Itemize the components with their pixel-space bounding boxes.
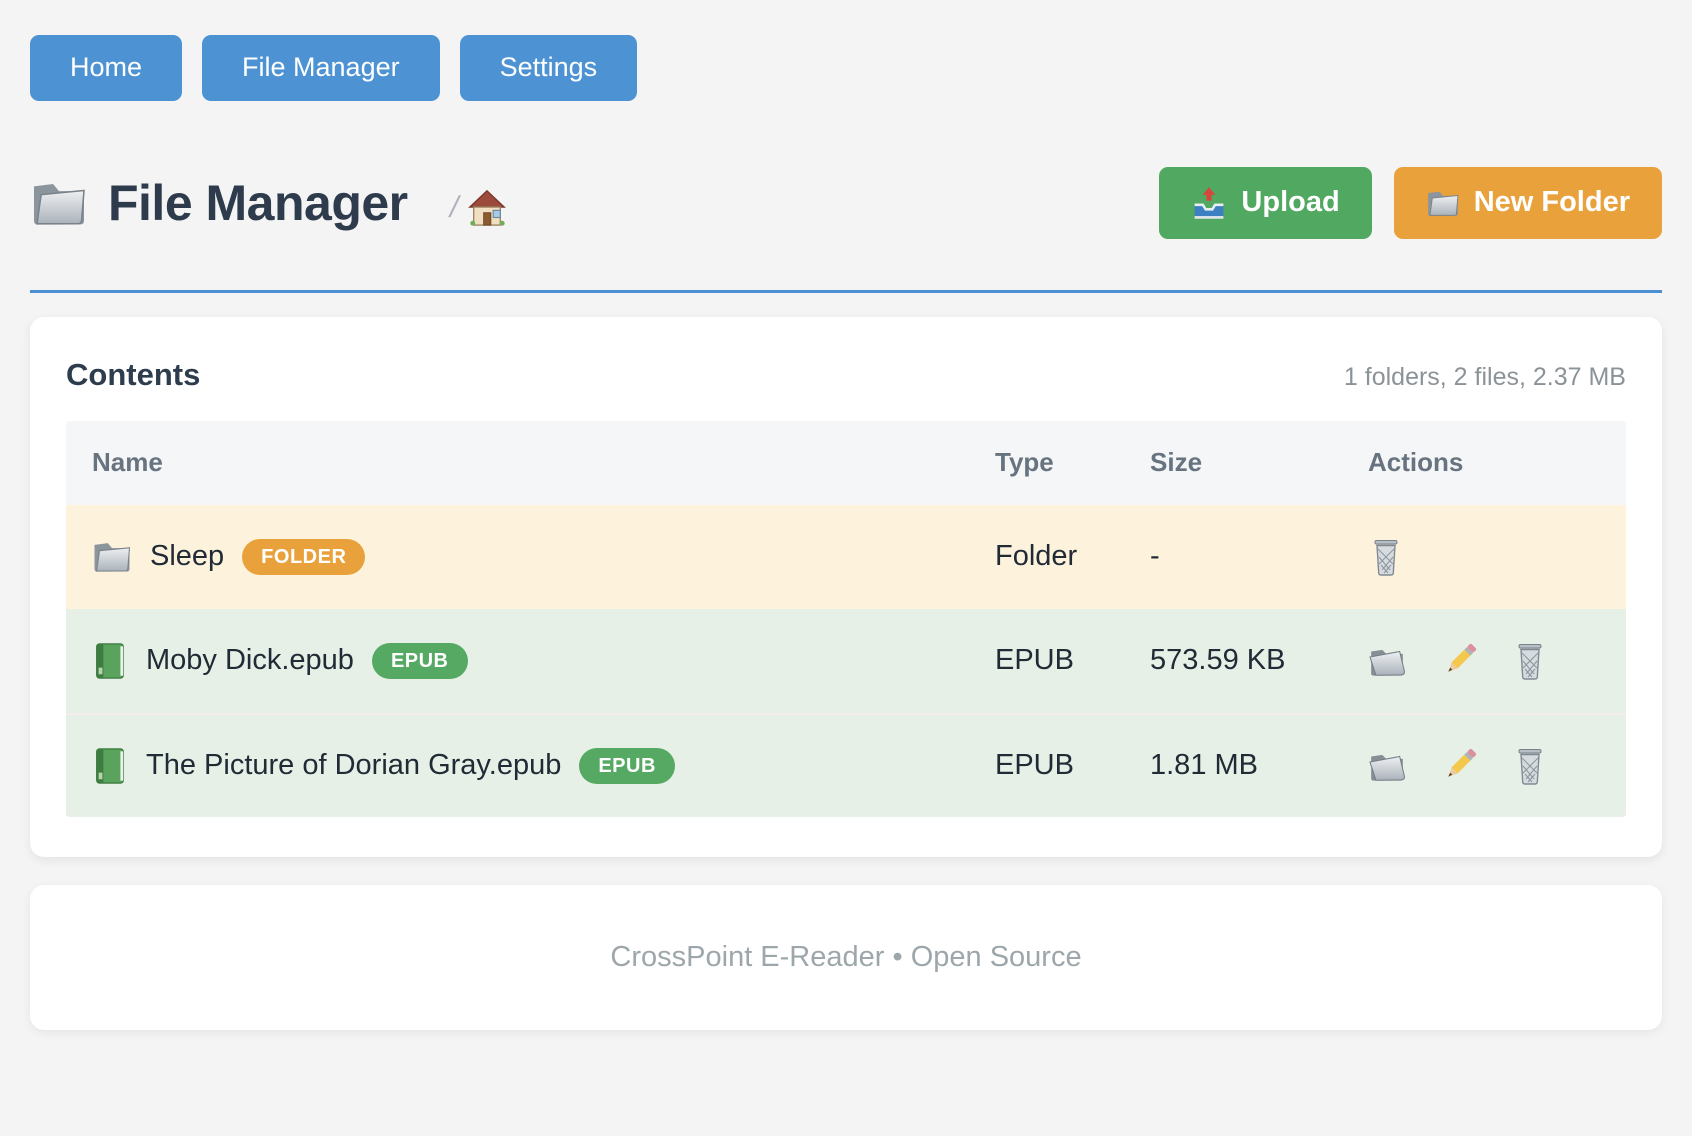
folder-badge: FOLDER xyxy=(242,539,365,575)
actions-cell xyxy=(1342,537,1626,577)
nav-home-button[interactable]: Home xyxy=(30,35,182,101)
name-cell: The Picture of Dorian Gray.epub EPUB xyxy=(66,746,969,786)
nav-settings-button[interactable]: Settings xyxy=(460,35,638,101)
table-row: Sleep FOLDER Folder - xyxy=(66,505,1626,609)
item-name[interactable]: Sleep xyxy=(150,540,224,573)
new-folder-button[interactable]: New Folder xyxy=(1394,167,1662,239)
folder-icon xyxy=(30,178,88,228)
table-row: The Picture of Dorian Gray.epub EPUB EPU… xyxy=(66,713,1626,817)
delete-button[interactable] xyxy=(1512,641,1548,681)
contents-summary: 1 folders, 2 files, 2.37 MB xyxy=(1344,363,1626,392)
item-name: Moby Dick.epub xyxy=(146,644,354,677)
title-wrap: File Manager / xyxy=(30,174,506,232)
top-nav: Home File Manager Settings xyxy=(30,35,1662,101)
delete-button[interactable] xyxy=(1368,537,1404,577)
type-cell: Folder xyxy=(969,540,1124,573)
contents-heading: Contents xyxy=(66,357,200,393)
actions-cell xyxy=(1342,746,1626,786)
breadcrumb: / xyxy=(450,189,506,227)
book-icon xyxy=(92,746,128,786)
folder-open-icon xyxy=(1368,644,1406,678)
type-cell: EPUB xyxy=(969,749,1124,782)
name-cell: Moby Dick.epub EPUB xyxy=(66,641,969,681)
upload-tray-icon xyxy=(1191,186,1227,220)
size-cell: 1.81 MB xyxy=(1124,749,1342,782)
table-header-row: Name Type Size Actions xyxy=(66,421,1626,505)
column-header-actions: Actions xyxy=(1342,447,1626,478)
page: Home File Manager Settings File Manager … xyxy=(0,0,1692,1136)
type-cell: EPUB xyxy=(969,644,1124,677)
page-title: File Manager xyxy=(108,174,408,232)
footer-card: CrossPoint E-Reader • Open Source xyxy=(30,885,1662,1030)
column-header-name: Name xyxy=(66,447,969,478)
rename-button[interactable] xyxy=(1440,642,1478,680)
header-actions: Upload New Folder xyxy=(1159,167,1662,239)
item-name: The Picture of Dorian Gray.epub xyxy=(146,749,561,782)
table-row: Moby Dick.epub EPUB EPUB 573.59 KB xyxy=(66,609,1626,713)
contents-card: Contents 1 folders, 2 files, 2.37 MB Nam… xyxy=(30,317,1662,857)
rename-button[interactable] xyxy=(1440,747,1478,785)
book-icon xyxy=(92,641,128,681)
contents-card-header: Contents 1 folders, 2 files, 2.37 MB xyxy=(66,357,1626,393)
header-divider xyxy=(30,290,1662,293)
epub-badge: EPUB xyxy=(372,643,468,679)
column-header-type: Type xyxy=(969,447,1124,478)
trash-icon xyxy=(1512,746,1548,786)
page-header: File Manager / Upload New Folder xyxy=(30,167,1662,239)
epub-badge: EPUB xyxy=(579,748,675,784)
house-icon[interactable] xyxy=(468,189,506,227)
upload-button-label: Upload xyxy=(1241,186,1339,219)
trash-icon xyxy=(1368,537,1404,577)
size-cell: - xyxy=(1124,540,1342,573)
breadcrumb-separator: / xyxy=(446,191,462,225)
move-button[interactable] xyxy=(1368,749,1406,783)
file-table: Name Type Size Actions Sleep FOLDER Fold… xyxy=(66,421,1626,817)
footer-text: CrossPoint E-Reader • Open Source xyxy=(50,941,1642,974)
column-header-size: Size xyxy=(1124,447,1342,478)
delete-button[interactable] xyxy=(1512,746,1548,786)
folder-icon xyxy=(1426,188,1460,218)
trash-icon xyxy=(1512,641,1548,681)
nav-file-manager-button[interactable]: File Manager xyxy=(202,35,440,101)
actions-cell xyxy=(1342,641,1626,681)
name-cell[interactable]: Sleep FOLDER xyxy=(66,539,969,575)
pencil-icon xyxy=(1440,747,1478,785)
upload-button[interactable]: Upload xyxy=(1159,167,1371,239)
move-button[interactable] xyxy=(1368,644,1406,678)
folder-open-icon xyxy=(1368,749,1406,783)
folder-icon xyxy=(92,539,132,574)
size-cell: 573.59 KB xyxy=(1124,644,1342,677)
pencil-icon xyxy=(1440,642,1478,680)
new-folder-button-label: New Folder xyxy=(1474,186,1630,219)
